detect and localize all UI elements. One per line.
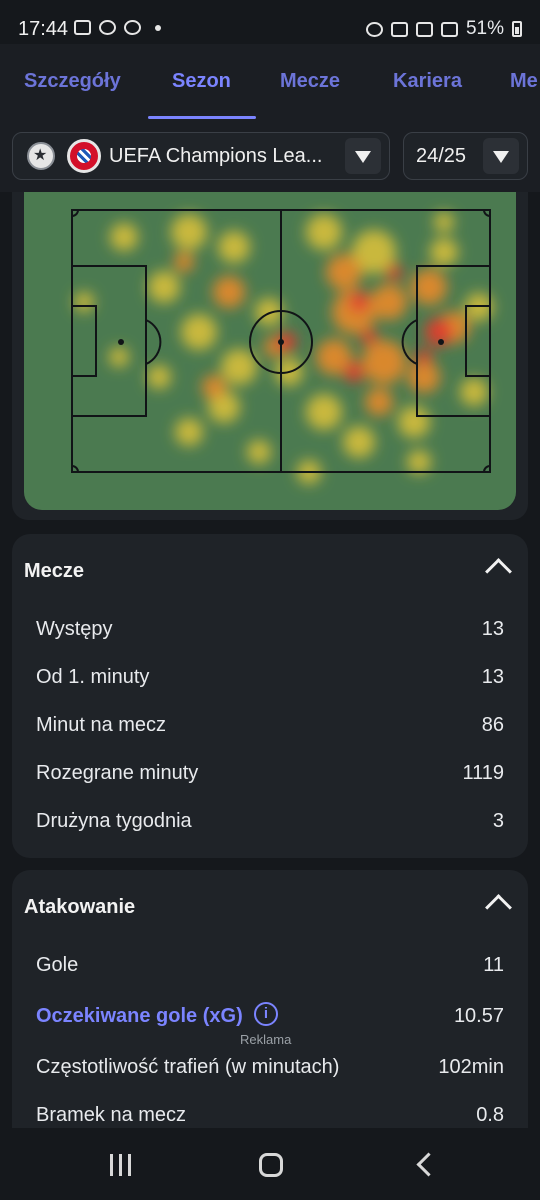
battery-icon: [512, 21, 522, 37]
club-crest-icon: [67, 139, 101, 173]
tab-bar: Szczegóły Sezon Mecze Kariera Me: [0, 44, 540, 122]
heatmap-pitch: [24, 192, 516, 510]
back-icon[interactable]: [416, 1152, 441, 1177]
ad-label: Reklama: [240, 1032, 292, 1047]
chat-bubble-icon: [99, 20, 116, 35]
champions-league-icon: [27, 142, 55, 170]
heatmap-blobs: [74, 212, 493, 484]
active-tab-indicator: [148, 116, 256, 119]
attacking-title: Atakowanie: [24, 896, 136, 918]
stat-row: Rozegrane minuty 1119: [36, 762, 504, 784]
tab-details[interactable]: Szczegóły: [24, 70, 121, 93]
settings-gear-icon: [124, 20, 141, 35]
tab-career[interactable]: Kariera: [393, 70, 462, 93]
recent-apps-icon[interactable]: [110, 1154, 132, 1176]
heatmap-card: [12, 192, 528, 520]
stat-row: Od 1. minuty 13: [36, 666, 504, 688]
alarm-icon: [365, 21, 383, 37]
stat-row: Gole 11: [36, 954, 504, 976]
info-icon[interactable]: i: [254, 1002, 278, 1026]
matches-title: Mecze: [24, 560, 85, 582]
stat-row: Częstotliwość trafień (w minutach) 102mi…: [36, 1056, 504, 1078]
status-bar: 17:44 51%: [0, 0, 540, 44]
attacking-card: Atakowanie Gole 11 Oczekiwane gole (xG) …: [12, 870, 528, 1130]
competition-select[interactable]: UEFA Champions Lea...: [12, 132, 390, 180]
stat-row: Występy 13: [36, 618, 504, 640]
tab-more[interactable]: Me: [510, 70, 538, 93]
season-select[interactable]: 24/25: [403, 132, 528, 180]
signal-icon: [440, 21, 458, 37]
home-icon[interactable]: [259, 1153, 283, 1177]
collapse-chevron-icon[interactable]: [485, 894, 512, 921]
competition-label: UEFA Champions Lea...: [109, 145, 323, 167]
competition-dropdown-icon[interactable]: [345, 138, 381, 174]
filter-bar: UEFA Champions Lea... 24/25: [0, 122, 540, 192]
stat-row: Minut na mecz 86: [36, 714, 504, 736]
collapse-chevron-icon[interactable]: [485, 558, 512, 585]
status-time: 17:44: [18, 18, 69, 40]
gallery-icon: [74, 20, 91, 35]
notification-dot-icon: [155, 24, 161, 31]
xg-link[interactable]: Oczekiwane gole (xG): [36, 1005, 243, 1028]
battery-percent: 51%: [465, 18, 504, 39]
mute-icon: [390, 21, 408, 37]
stat-row-xg[interactable]: Oczekiwane gole (xG) i 10.57: [36, 1002, 504, 1035]
tab-matches[interactable]: Mecze: [280, 70, 340, 93]
season-label: 24/25: [416, 145, 467, 167]
stat-row: Bramek na mecz 0.8: [36, 1104, 504, 1126]
tab-season[interactable]: Sezon: [172, 70, 231, 93]
stat-row: Drużyna tygodnia 3: [36, 810, 504, 832]
matches-card: Mecze Występy 13 Od 1. minuty 13 Minut n…: [12, 534, 528, 858]
season-dropdown-icon[interactable]: [483, 138, 519, 174]
wifi-icon: [415, 21, 433, 37]
system-nav-bar: [0, 1128, 540, 1200]
heatmap-svg: [71, 209, 493, 484]
